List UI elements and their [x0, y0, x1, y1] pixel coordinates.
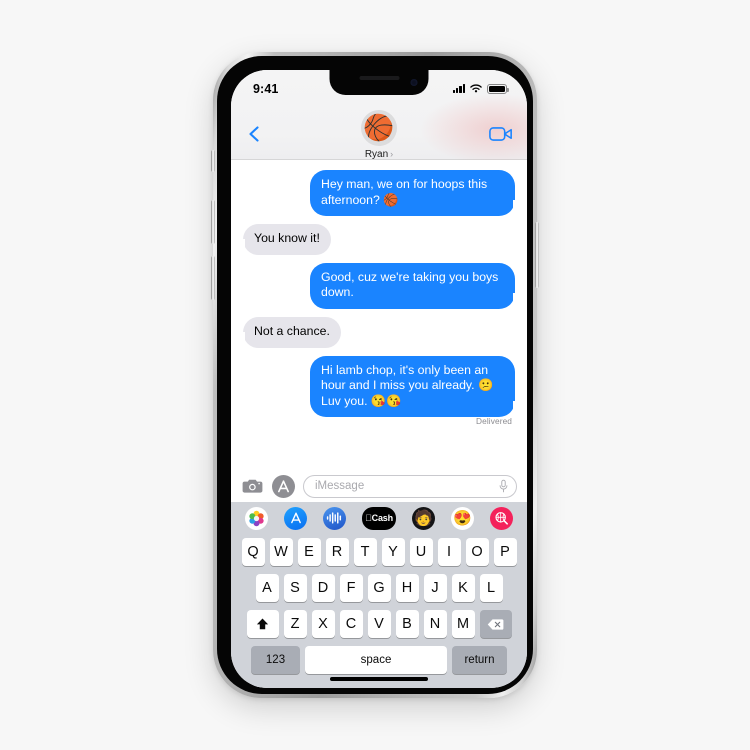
key-o[interactable]: O	[465, 538, 489, 566]
memoji-app-icon[interactable]: 🧑	[412, 506, 435, 530]
message-list[interactable]: Hey man, we on for hoops this afternoon?…	[231, 160, 527, 470]
key-z[interactable]: Z	[283, 610, 307, 638]
shift-arrow-icon	[256, 618, 269, 629]
camera-glyph	[242, 479, 263, 493]
message-bubble-outgoing[interactable]: Good, cuz we're taking you boys down.	[310, 262, 522, 310]
key-c[interactable]: C	[339, 610, 363, 638]
keyboard-row-1: Q W E R T Y U I O P	[231, 538, 527, 566]
key-u[interactable]: U	[409, 538, 433, 566]
photos-flower-glyph	[249, 510, 264, 526]
numbers-key[interactable]: 123	[251, 646, 300, 674]
message-bubble-incoming[interactable]: Not a chance.	[236, 316, 341, 348]
key-n[interactable]: N	[423, 610, 447, 638]
key-f[interactable]: F	[339, 574, 363, 602]
message-bubble-outgoing[interactable]: Hi lamb chop, it's only been an hour and…	[310, 355, 522, 418]
shift-key[interactable]	[246, 610, 279, 638]
key-r[interactable]: R	[325, 538, 349, 566]
message-bubble-incoming[interactable]: You know it!	[236, 224, 331, 255]
key-v[interactable]: V	[367, 610, 391, 638]
volume-up-button[interactable]	[211, 200, 215, 244]
contact-name-row: Ryan ›	[319, 149, 439, 160]
contact-name: Ryan	[364, 149, 389, 160]
front-camera-icon	[410, 79, 418, 86]
message-input-bar: iMessage	[231, 470, 527, 502]
keyboard-row-3: Z X C V B N M	[231, 610, 527, 638]
app-store-a-glyph	[290, 512, 301, 524]
delivery-status-label: Delivered	[476, 416, 512, 427]
microphone-icon[interactable]	[499, 479, 508, 493]
volume-down-button[interactable]	[211, 256, 215, 300]
key-t[interactable]: T	[353, 538, 377, 566]
app-store-icon[interactable]	[272, 474, 295, 498]
message-row: Good, cuz we're taking you boys down.	[243, 262, 522, 310]
space-key[interactable]: space	[305, 646, 447, 674]
key-s[interactable]: S	[283, 574, 307, 602]
message-row: Hi lamb chop, it's only been an hour and…	[243, 355, 522, 418]
key-h[interactable]: H	[395, 574, 419, 602]
music-app-icon[interactable]	[323, 506, 346, 530]
key-i[interactable]: I	[437, 538, 461, 566]
message-row: Not a chance.	[236, 316, 515, 348]
message-row: Hey man, we on for hoops this afternoon?…	[243, 170, 522, 217]
avatar: 🏀	[361, 110, 397, 146]
key-p[interactable]: P	[493, 538, 517, 566]
key-m[interactable]: M	[451, 610, 475, 638]
apple-cash-label: Cash	[365, 513, 393, 523]
key-y[interactable]: Y	[381, 538, 405, 566]
key-k[interactable]: K	[451, 574, 475, 602]
return-key[interactable]: return	[452, 646, 507, 674]
key-w[interactable]: W	[269, 538, 293, 566]
phone-screen: 9:41 🏀 Ryan › Hey man, we on for hoops t…	[231, 70, 527, 688]
contact-info-button[interactable]: 🏀 Ryan ›	[319, 110, 439, 160]
home-indicator[interactable]	[330, 677, 428, 681]
images-search-app-icon[interactable]	[490, 506, 513, 530]
key-e[interactable]: E	[297, 538, 321, 566]
iphone-device-frame: 9:41 🏀 Ryan › Hey man, we on for hoops t…	[211, 52, 539, 698]
backspace-delete-icon	[487, 618, 504, 630]
phone-bezel: 9:41 🏀 Ryan › Hey man, we on for hoops t…	[217, 56, 533, 694]
silent-switch-button[interactable]	[211, 150, 215, 172]
microphone-icon[interactable]	[499, 685, 511, 689]
photos-app-icon[interactable]	[245, 506, 268, 530]
key-b[interactable]: B	[395, 610, 419, 638]
video-camera-icon[interactable]	[489, 125, 513, 143]
display-notch	[329, 70, 429, 95]
app-store-glyph	[278, 479, 289, 492]
key-d[interactable]: D	[311, 574, 335, 602]
power-button[interactable]	[535, 222, 539, 288]
chevron-right-icon: ›	[390, 149, 394, 159]
key-g[interactable]: G	[367, 574, 391, 602]
app-store-app-icon[interactable]	[284, 506, 307, 530]
keyboard-row-4: 123 space return	[231, 646, 527, 674]
key-a[interactable]: A	[255, 574, 279, 602]
earpiece-speaker	[359, 76, 399, 80]
apple-cash-app-icon[interactable]: Cash	[362, 506, 396, 530]
imessage-placeholder: iMessage	[315, 480, 365, 492]
backspace-key[interactable]	[479, 610, 512, 638]
key-x[interactable]: X	[311, 610, 335, 638]
smiley-face-icon[interactable]	[247, 686, 263, 688]
image-search-glyph	[495, 511, 508, 525]
keyboard-row-2: A S D F G H J K L	[231, 574, 527, 602]
camera-icon[interactable]	[241, 475, 264, 498]
key-l[interactable]: L	[479, 574, 503, 602]
virtual-keyboard[interactable]: Q W E R T Y U I O P A S D F G H J K L Z …	[231, 534, 527, 688]
message-bubble-outgoing[interactable]: Hey man, we on for hoops this afternoon?…	[310, 170, 522, 217]
message-row: You know it!	[236, 224, 515, 255]
key-q[interactable]: Q	[241, 538, 265, 566]
waveform-glyph	[326, 512, 342, 524]
back-chevron-icon[interactable]	[245, 125, 263, 143]
key-j[interactable]: J	[423, 574, 447, 602]
stickers-app-icon[interactable]: 😍	[451, 506, 474, 530]
keyboard-bottom-row	[231, 680, 527, 688]
search-input[interactable]: iMessage	[303, 474, 517, 498]
imessage-app-strip[interactable]: Cash 🧑 😍	[231, 502, 527, 534]
